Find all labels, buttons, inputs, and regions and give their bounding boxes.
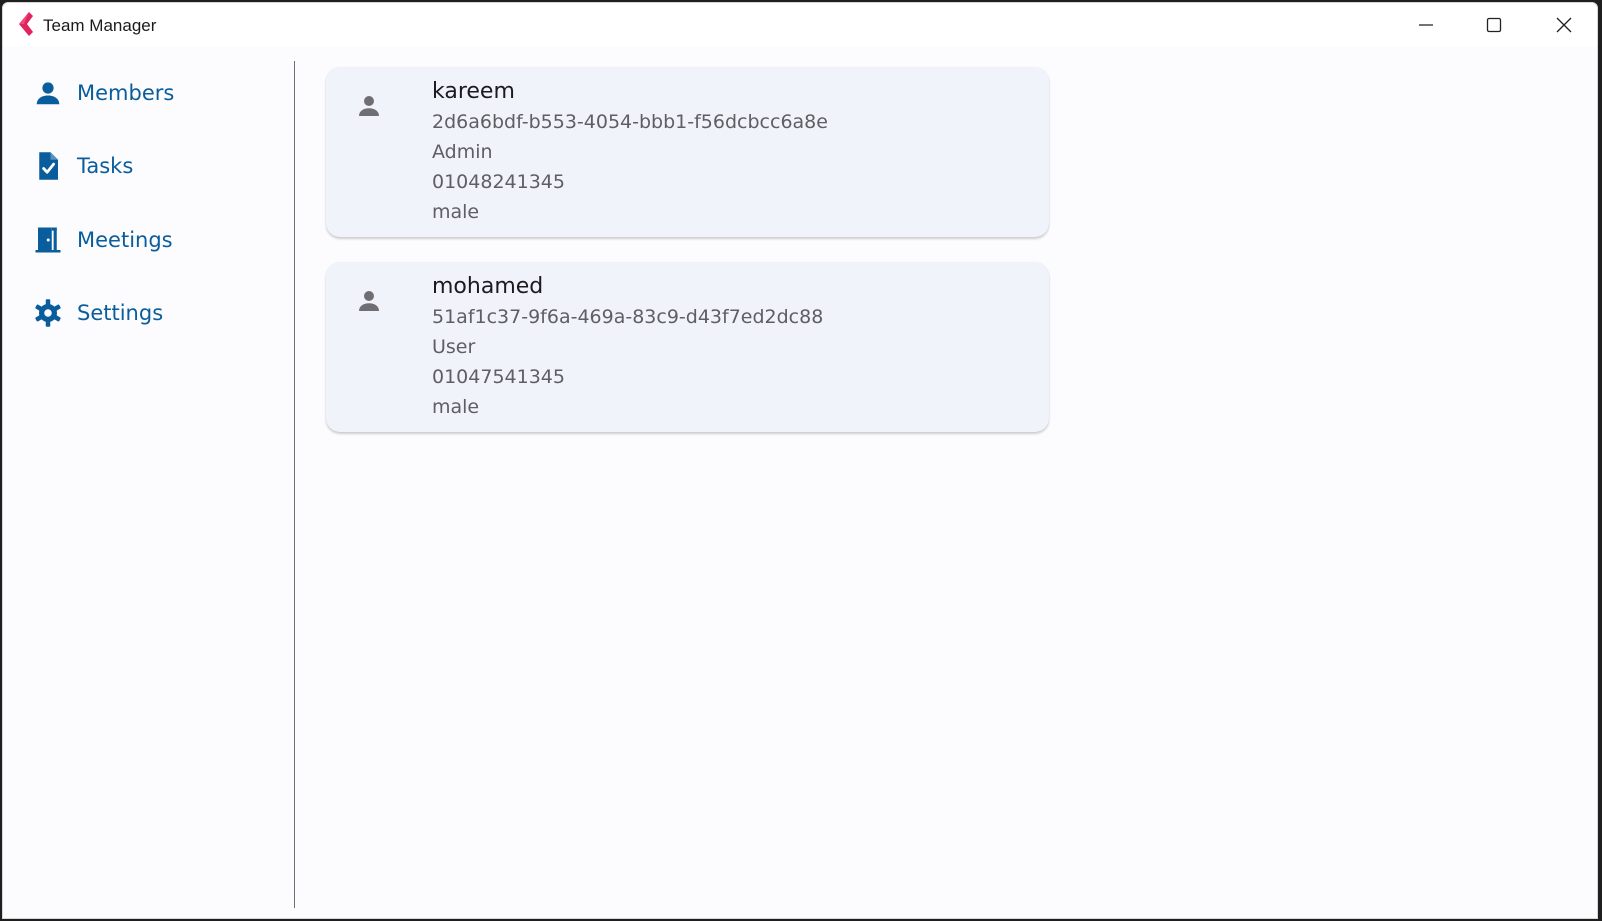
- app-window: Team Manager Members Tasks Meetings Sett…: [2, 2, 1598, 919]
- sidebar-nav: Members Tasks Meetings Settings: [3, 47, 295, 918]
- sidebar-item-label: Meetings: [77, 228, 173, 252]
- sidebar-item-settings[interactable]: Settings: [31, 291, 271, 335]
- sidebar-item-meetings[interactable]: Meetings: [31, 218, 271, 262]
- member-card[interactable]: mohamed 51af1c37-9f6a-469a-83c9-d43f7ed2…: [326, 262, 1049, 432]
- gear-icon: [31, 296, 65, 330]
- member-gender: male: [432, 201, 480, 223]
- member-details: kareem 2d6a6bdf-b553-4054-bbb1-f56dcbcc6…: [432, 77, 828, 227]
- member-role: User: [432, 336, 476, 358]
- person-icon: [354, 286, 384, 316]
- task-document-icon: [31, 149, 65, 183]
- maximize-icon: [1486, 17, 1502, 33]
- sidebar-item-label: Members: [77, 81, 175, 105]
- member-gender: male: [432, 396, 480, 418]
- close-icon: [1556, 17, 1572, 33]
- minimize-icon: [1419, 24, 1433, 26]
- sidebar-item-label: Settings: [77, 301, 164, 325]
- member-name: mohamed: [432, 274, 544, 299]
- member-name: kareem: [432, 79, 515, 104]
- close-button[interactable]: [1531, 3, 1597, 47]
- window-title: Team Manager: [43, 16, 157, 35]
- person-icon: [31, 76, 65, 110]
- member-role: Admin: [432, 141, 493, 163]
- sidebar-item-members[interactable]: Members: [31, 71, 271, 115]
- maximize-button[interactable]: [1461, 3, 1527, 47]
- meeting-room-icon: [31, 223, 65, 257]
- member-card[interactable]: kareem 2d6a6bdf-b553-4054-bbb1-f56dcbcc6…: [326, 67, 1049, 237]
- sidebar-item-tasks[interactable]: Tasks: [31, 144, 271, 188]
- member-phone: 01048241345: [432, 171, 565, 193]
- person-icon: [354, 91, 384, 121]
- member-details: mohamed 51af1c37-9f6a-469a-83c9-d43f7ed2…: [432, 272, 823, 422]
- member-phone: 01047541345: [432, 366, 565, 388]
- app-logo-icon: [16, 12, 36, 36]
- title-bar[interactable]: Team Manager: [3, 3, 1597, 47]
- member-id: 51af1c37-9f6a-469a-83c9-d43f7ed2dc88: [432, 306, 824, 328]
- members-list: kareem 2d6a6bdf-b553-4054-bbb1-f56dcbcc6…: [295, 47, 1597, 918]
- minimize-button[interactable]: [1393, 3, 1459, 47]
- sidebar-item-label: Tasks: [77, 154, 134, 178]
- member-id: 2d6a6bdf-b553-4054-bbb1-f56dcbcc6a8e: [432, 111, 828, 133]
